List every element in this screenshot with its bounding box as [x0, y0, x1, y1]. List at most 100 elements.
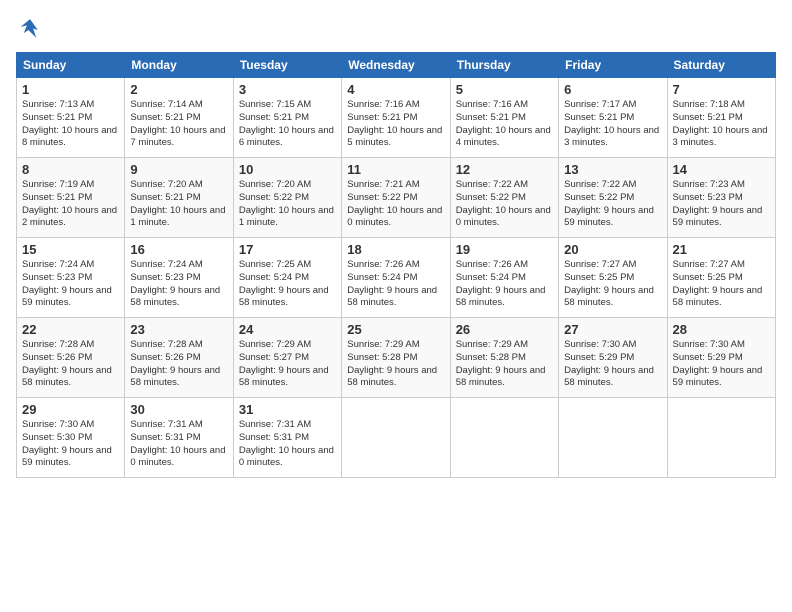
calendar-cell: 28 Sunrise: 7:30 AMSunset: 5:29 PMDayligh… [667, 318, 775, 398]
day-info: Sunrise: 7:30 AMSunset: 5:29 PMDaylight:… [673, 339, 770, 390]
day-number: 30 [130, 402, 227, 417]
calendar-cell: 31Sunrise: 7:31 AMSunset: 5:31 PMDayligh… [233, 398, 341, 478]
day-number: 29 [22, 402, 119, 417]
day-number: 26 [456, 322, 553, 337]
calendar-cell: 5 Sunrise: 7:16 AMSunset: 5:21 PMDaylight… [450, 78, 558, 158]
day-number: 18 [347, 242, 444, 257]
day-number: 25 [347, 322, 444, 337]
day-info: Sunrise: 7:29 AMSunset: 5:28 PMDaylight:… [347, 339, 444, 390]
calendar-cell: 29Sunrise: 7:30 AMSunset: 5:30 PMDayligh… [17, 398, 125, 478]
day-info: Sunrise: 7:26 AMSunset: 5:24 PMDaylight:… [456, 259, 553, 310]
day-info: Sunrise: 7:24 AMSunset: 5:23 PMDaylight:… [130, 259, 227, 310]
column-header-sunday: Sunday [17, 53, 125, 78]
day-number: 13 [564, 162, 661, 177]
calendar-cell: 26 Sunrise: 7:29 AMSunset: 5:28 PMDayligh… [450, 318, 558, 398]
calendar-cell: 1Sunrise: 7:13 AMSunset: 5:21 PMDaylight… [17, 78, 125, 158]
day-info: Sunrise: 7:21 AMSunset: 5:22 PMDaylight:… [347, 179, 444, 230]
day-info: Sunrise: 7:31 AMSunset: 5:31 PMDaylight:… [239, 419, 336, 470]
day-number: 6 [564, 82, 661, 97]
calendar-cell: 12Sunrise: 7:22 AMSunset: 5:22 PMDayligh… [450, 158, 558, 238]
column-header-friday: Friday [559, 53, 667, 78]
calendar-cell: 3 Sunrise: 7:15 AMSunset: 5:21 PMDaylight… [233, 78, 341, 158]
calendar-cell: 6 Sunrise: 7:17 AMSunset: 5:21 PMDaylight… [559, 78, 667, 158]
day-info: Sunrise: 7:20 AMSunset: 5:22 PMDaylight:… [239, 179, 336, 230]
calendar-cell: 27 Sunrise: 7:30 AMSunset: 5:29 PMDayligh… [559, 318, 667, 398]
day-number: 14 [673, 162, 770, 177]
logo-icon [16, 16, 44, 44]
calendar-week-row: 15 Sunrise: 7:24 AMSunset: 5:23 PMDayligh… [17, 238, 776, 318]
calendar-week-row: 22 Sunrise: 7:28 AMSunset: 5:26 PMDayligh… [17, 318, 776, 398]
calendar-cell: 18 Sunrise: 7:26 AMSunset: 5:24 PMDayligh… [342, 238, 450, 318]
day-info: Sunrise: 7:16 AMSunset: 5:21 PMDaylight:… [456, 99, 553, 150]
day-info: Sunrise: 7:14 AMSunset: 5:21 PMDaylight:… [130, 99, 227, 150]
day-info: Sunrise: 7:15 AMSunset: 5:21 PMDaylight:… [239, 99, 336, 150]
calendar-cell: 11 Sunrise: 7:21 AMSunset: 5:22 PMDayligh… [342, 158, 450, 238]
calendar-week-row: 1Sunrise: 7:13 AMSunset: 5:21 PMDaylight… [17, 78, 776, 158]
day-info: Sunrise: 7:24 AMSunset: 5:23 PMDaylight:… [22, 259, 119, 310]
calendar-table: SundayMondayTuesdayWednesdayThursdayFrid… [16, 52, 776, 478]
day-number: 15 [22, 242, 119, 257]
day-number: 1 [22, 82, 119, 97]
calendar-cell: 22 Sunrise: 7:28 AMSunset: 5:26 PMDayligh… [17, 318, 125, 398]
day-number: 17 [239, 242, 336, 257]
calendar-cell: 14Sunrise: 7:23 AMSunset: 5:23 PMDayligh… [667, 158, 775, 238]
day-info: Sunrise: 7:27 AMSunset: 5:25 PMDaylight:… [673, 259, 770, 310]
day-number: 11 [347, 162, 444, 177]
calendar-cell [667, 398, 775, 478]
day-number: 3 [239, 82, 336, 97]
column-header-tuesday: Tuesday [233, 53, 341, 78]
calendar-cell: 8 Sunrise: 7:19 AMSunset: 5:21 PMDaylight… [17, 158, 125, 238]
calendar-cell [342, 398, 450, 478]
day-number: 28 [673, 322, 770, 337]
calendar-cell: 13 Sunrise: 7:22 AMSunset: 5:22 PMDayligh… [559, 158, 667, 238]
day-number: 16 [130, 242, 227, 257]
day-number: 22 [22, 322, 119, 337]
column-header-thursday: Thursday [450, 53, 558, 78]
day-number: 19 [456, 242, 553, 257]
day-info: Sunrise: 7:22 AMSunset: 5:22 PMDaylight:… [564, 179, 661, 230]
day-number: 23 [130, 322, 227, 337]
day-info: Sunrise: 7:29 AMSunset: 5:27 PMDaylight:… [239, 339, 336, 390]
day-info: Sunrise: 7:29 AMSunset: 5:28 PMDaylight:… [456, 339, 553, 390]
logo [16, 16, 48, 44]
day-number: 10 [239, 162, 336, 177]
day-info: Sunrise: 7:20 AMSunset: 5:21 PMDaylight:… [130, 179, 227, 230]
day-number: 7 [673, 82, 770, 97]
calendar-cell: 24Sunrise: 7:29 AMSunset: 5:27 PMDayligh… [233, 318, 341, 398]
day-number: 27 [564, 322, 661, 337]
calendar-cell: 20Sunrise: 7:27 AMSunset: 5:25 PMDayligh… [559, 238, 667, 318]
day-info: Sunrise: 7:30 AMSunset: 5:29 PMDaylight:… [564, 339, 661, 390]
calendar-cell: 2 Sunrise: 7:14 AMSunset: 5:21 PMDaylight… [125, 78, 233, 158]
day-number: 12 [456, 162, 553, 177]
day-number: 5 [456, 82, 553, 97]
day-info: Sunrise: 7:28 AMSunset: 5:26 PMDaylight:… [130, 339, 227, 390]
calendar-cell: 23 Sunrise: 7:28 AMSunset: 5:26 PMDayligh… [125, 318, 233, 398]
day-number: 8 [22, 162, 119, 177]
column-header-monday: Monday [125, 53, 233, 78]
calendar-cell: 10 Sunrise: 7:20 AMSunset: 5:22 PMDayligh… [233, 158, 341, 238]
column-header-saturday: Saturday [667, 53, 775, 78]
calendar-cell: 15 Sunrise: 7:24 AMSunset: 5:23 PMDayligh… [17, 238, 125, 318]
calendar-cell: 17 Sunrise: 7:25 AMSunset: 5:24 PMDayligh… [233, 238, 341, 318]
day-number: 21 [673, 242, 770, 257]
page-header [16, 16, 776, 44]
day-info: Sunrise: 7:26 AMSunset: 5:24 PMDaylight:… [347, 259, 444, 310]
calendar-cell: 30Sunrise: 7:31 AMSunset: 5:31 PMDayligh… [125, 398, 233, 478]
day-info: Sunrise: 7:25 AMSunset: 5:24 PMDaylight:… [239, 259, 336, 310]
calendar-week-row: 29Sunrise: 7:30 AMSunset: 5:30 PMDayligh… [17, 398, 776, 478]
calendar-cell: 19 Sunrise: 7:26 AMSunset: 5:24 PMDayligh… [450, 238, 558, 318]
day-info: Sunrise: 7:19 AMSunset: 5:21 PMDaylight:… [22, 179, 119, 230]
day-info: Sunrise: 7:27 AMSunset: 5:25 PMDaylight:… [564, 259, 661, 310]
day-info: Sunrise: 7:17 AMSunset: 5:21 PMDaylight:… [564, 99, 661, 150]
calendar-cell: 16 Sunrise: 7:24 AMSunset: 5:23 PMDayligh… [125, 238, 233, 318]
column-header-wednesday: Wednesday [342, 53, 450, 78]
calendar-cell: 25 Sunrise: 7:29 AMSunset: 5:28 PMDayligh… [342, 318, 450, 398]
day-number: 4 [347, 82, 444, 97]
day-number: 9 [130, 162, 227, 177]
day-number: 2 [130, 82, 227, 97]
day-info: Sunrise: 7:18 AMSunset: 5:21 PMDaylight:… [673, 99, 770, 150]
calendar-cell [559, 398, 667, 478]
calendar-week-row: 8 Sunrise: 7:19 AMSunset: 5:21 PMDaylight… [17, 158, 776, 238]
day-info: Sunrise: 7:28 AMSunset: 5:26 PMDaylight:… [22, 339, 119, 390]
calendar-cell: 7 Sunrise: 7:18 AMSunset: 5:21 PMDaylight… [667, 78, 775, 158]
